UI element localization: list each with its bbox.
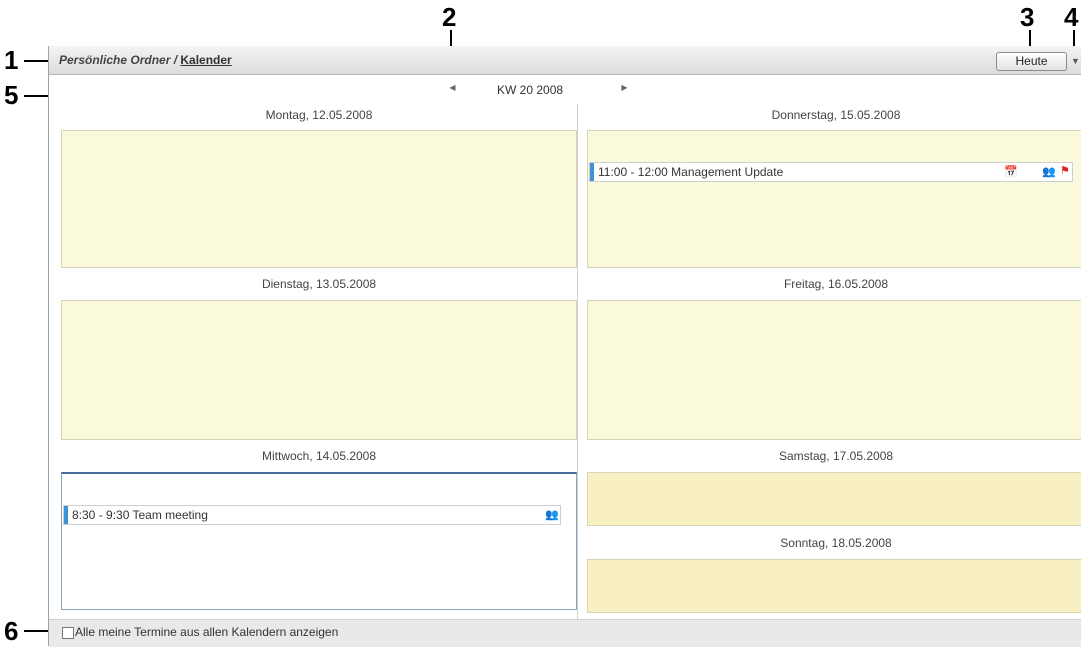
day-cell-friday[interactable] — [587, 300, 1081, 440]
breadcrumb-calendar-link[interactable]: Kalender — [180, 53, 231, 67]
footer-bar: Alle meine Termine aus allen Kalendern a… — [49, 619, 1081, 647]
day-cell-tuesday[interactable] — [61, 300, 577, 440]
callout-6: 6 — [4, 616, 19, 646]
today-button[interactable]: Heute — [996, 52, 1067, 71]
header-bar: Persönliche Ordner / Kalender Heute ▼ — [49, 46, 1081, 75]
day-title-thursday: Donnerstag, 15.05.2008 — [771, 108, 901, 122]
event-color-bar — [64, 506, 68, 524]
breadcrumb: Persönliche Ordner / Kalender — [59, 53, 232, 67]
breadcrumb-folder[interactable]: Persönliche Ordner / — [59, 53, 180, 67]
participants-icon: 👥 — [545, 509, 559, 521]
show-all-appointments-checkbox[interactable] — [62, 627, 74, 639]
participants-icon: 👥 — [1042, 166, 1056, 178]
day-cell-saturday[interactable] — [587, 472, 1081, 526]
day-cell-wednesday[interactable]: 8:30 - 9:30 Team meeting 👥 — [61, 472, 577, 610]
recurring-appointment-icon: 📅 — [1004, 166, 1018, 178]
previous-week-icon[interactable]: ◀ — [447, 82, 458, 93]
day-cell-sunday[interactable] — [587, 559, 1081, 613]
event-title: 8:30 - 9:30 Team meeting — [72, 508, 208, 522]
chevron-down-icon[interactable]: ▼ — [1071, 56, 1080, 66]
callout-1: 1 — [4, 45, 19, 75]
callout-3: 3 — [1020, 2, 1035, 32]
week-label: KW 20 2008 — [497, 83, 564, 97]
day-title-saturday: Samstag, 17.05.2008 — [778, 449, 894, 463]
next-week-icon[interactable]: ▶ — [619, 82, 630, 93]
event-team-meeting[interactable]: 8:30 - 9:30 Team meeting 👥 — [63, 505, 561, 525]
callout-4: 4 — [1064, 2, 1079, 32]
day-cell-monday[interactable] — [61, 130, 577, 268]
week-navigation: ◀ KW 20 2008 ▶ — [49, 78, 1081, 100]
day-title-tuesday: Dienstag, 13.05.2008 — [261, 277, 377, 291]
show-all-appointments-label[interactable]: Alle meine Termine aus allen Kalendern a… — [75, 625, 338, 639]
calendar-window: Persönliche Ordner / Kalender Heute ▼ ◀ … — [48, 46, 1081, 647]
callout-2: 2 — [442, 2, 457, 32]
day-title-sunday: Sonntag, 18.05.2008 — [780, 536, 892, 550]
day-cell-thursday[interactable]: 11:00 - 12:00 Management Update 📅 👥 ⚑ — [587, 130, 1081, 268]
day-title-monday: Montag, 12.05.2008 — [265, 108, 373, 122]
event-title: 11:00 - 12:00 Management Update — [598, 165, 784, 179]
flag-icon: ⚑ — [1060, 165, 1070, 177]
column-separator — [577, 104, 578, 619]
callout-5: 5 — [4, 80, 19, 110]
event-color-bar — [590, 163, 594, 181]
event-management-update[interactable]: 11:00 - 12:00 Management Update 📅 👥 ⚑ — [589, 162, 1073, 182]
day-title-wednesday: Mittwoch, 14.05.2008 — [261, 449, 377, 463]
day-title-friday: Freitag, 16.05.2008 — [783, 277, 889, 291]
